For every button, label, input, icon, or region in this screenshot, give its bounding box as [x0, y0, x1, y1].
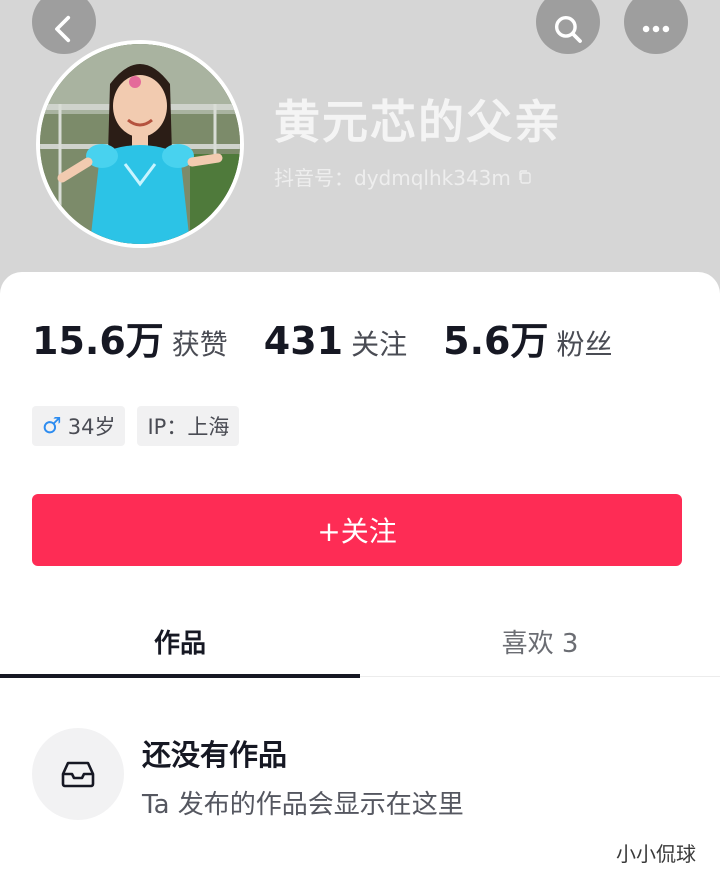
more-dots-icon — [642, 25, 670, 33]
chevron-left-icon — [55, 15, 71, 43]
stat-following-value: 431 — [263, 319, 344, 363]
avatar[interactable] — [36, 40, 244, 248]
avatar-photo — [40, 44, 240, 244]
follow-button[interactable]: +关注 — [32, 494, 682, 566]
stat-likes-label: 获赞 — [171, 328, 228, 361]
stat-following-label: 关注 — [351, 328, 408, 361]
douyin-id-text: 抖音号：dydmqlhk343m — [274, 166, 511, 190]
stat-likes[interactable]: 15.6万 获赞 — [32, 310, 228, 365]
gender-age-tag: ♂ 34岁 — [32, 406, 126, 446]
search-icon — [554, 15, 582, 43]
empty-state-title: 还没有作品 — [142, 738, 288, 772]
tabs-divider — [360, 676, 720, 677]
inbox-tray-icon — [61, 761, 95, 788]
profile-tags: ♂ 34岁 IP：上海 — [32, 406, 240, 446]
profile-stats: 15.6万 获赞 431 关注 5.6万 粉丝 — [32, 310, 648, 365]
stat-following[interactable]: 431 关注 — [264, 319, 407, 363]
ip-location-tag: IP：上海 — [137, 406, 240, 446]
male-icon: ♂ — [42, 413, 62, 439]
watermark: 小小侃球 — [616, 842, 696, 866]
stat-likes-value: 15.6万 — [32, 319, 164, 363]
stat-followers[interactable]: 5.6万 粉丝 — [443, 310, 612, 365]
copy-icon[interactable] — [517, 169, 533, 185]
empty-state-subtitle: Ta 发布的作品会显示在这里 — [142, 790, 464, 820]
active-tab-indicator — [0, 674, 360, 678]
stat-followers-value: 5.6万 — [443, 319, 549, 363]
empty-state-icon-wrap — [32, 728, 124, 820]
tab-works[interactable]: 作品 — [0, 606, 360, 676]
display-name: 黄元芯的父亲 — [274, 95, 562, 149]
ip-text: IP：上海 — [147, 415, 230, 439]
tab-likes[interactable]: 喜欢 3 — [360, 606, 720, 676]
age-text: 34岁 — [67, 415, 116, 439]
stat-followers-label: 粉丝 — [556, 328, 613, 361]
douyin-id[interactable]: 抖音号：dydmqlhk343m — [274, 162, 533, 191]
